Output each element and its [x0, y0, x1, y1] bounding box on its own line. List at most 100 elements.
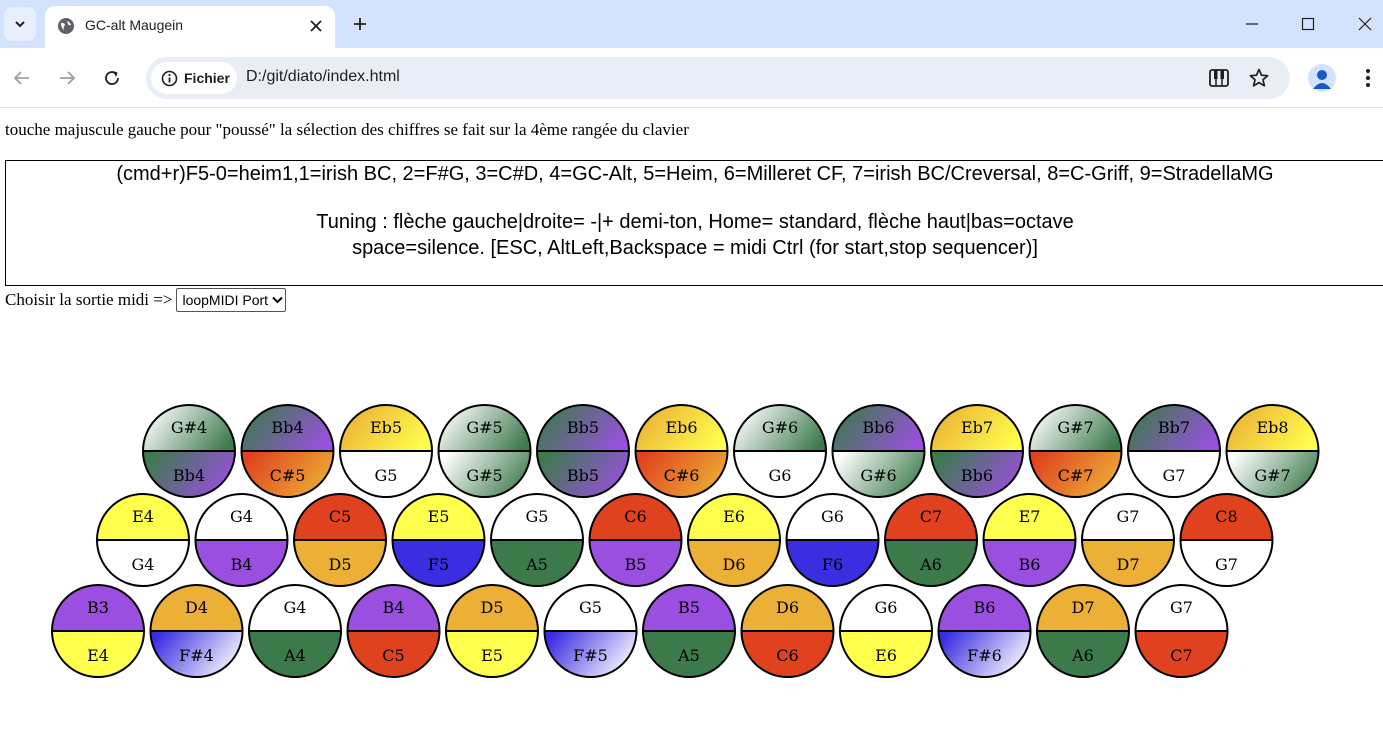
pull-note-label: D5 — [480, 598, 503, 617]
browser-tab[interactable]: GC-alt Maugein — [45, 6, 335, 48]
new-tab-button[interactable] — [348, 12, 372, 36]
push-note-label: E5 — [481, 646, 503, 665]
note-button[interactable]: Bb7 G7 — [1127, 404, 1221, 498]
profile-avatar[interactable] — [1308, 64, 1336, 92]
note-button[interactable]: D5 E5 — [445, 584, 539, 678]
person-icon — [1313, 70, 1331, 89]
push-note-label: C7 — [1170, 646, 1192, 665]
push-note-label: A4 — [283, 646, 306, 665]
note-button[interactable]: C8 G7 — [1179, 493, 1274, 587]
tab-search-button[interactable] — [4, 7, 36, 41]
note-button[interactable]: G#7 C#7 — [1028, 404, 1123, 498]
reload-button[interactable] — [98, 64, 126, 92]
note-button[interactable]: Eb8 G#7 — [1225, 404, 1320, 498]
push-note-label: A5 — [677, 646, 700, 665]
pull-note-label: G5 — [526, 507, 549, 526]
minimize-icon — [1246, 23, 1258, 25]
push-note-label: C6 — [776, 646, 798, 665]
push-note-label: B5 — [625, 555, 647, 574]
note-button[interactable]: D7 A6 — [1036, 584, 1130, 678]
note-button[interactable]: C6 B5 — [588, 493, 683, 587]
pull-note-label: G#5 — [466, 418, 502, 437]
url-text[interactable]: D:/git/diato/index.html — [246, 68, 400, 86]
note-button[interactable]: G#6 G6 — [733, 404, 827, 498]
pull-note-label: C5 — [329, 507, 351, 526]
site-info-chip[interactable]: Fichier — [151, 62, 237, 94]
note-button[interactable]: E7 B6 — [982, 493, 1077, 587]
close-icon — [1358, 17, 1372, 31]
push-note-label: F#6 — [967, 646, 1002, 665]
pull-note-label: Eb5 — [370, 418, 402, 437]
more-menu-button[interactable] — [1356, 64, 1380, 92]
note-button[interactable]: G4 B4 — [194, 493, 289, 587]
push-note-label: C5 — [382, 646, 404, 665]
note-button[interactable]: B3 E4 — [51, 584, 145, 678]
push-note-label: G7 — [1215, 555, 1238, 574]
push-note-label: A6 — [919, 555, 942, 574]
pull-note-label: C7 — [920, 507, 942, 526]
pull-note-label: Bb4 — [271, 418, 303, 437]
note-button[interactable]: G#5 G#5 — [437, 404, 532, 498]
pull-note-label: G#4 — [171, 418, 207, 437]
note-button[interactable]: C5 D5 — [293, 493, 387, 587]
note-button[interactable]: Bb4 C#5 — [240, 404, 335, 498]
note-button[interactable]: G7 D7 — [1081, 493, 1175, 587]
close-icon — [310, 20, 322, 32]
note-button[interactable]: B4 C5 — [346, 584, 441, 678]
note-button[interactable]: G#4 Bb4 — [142, 404, 236, 498]
accordion-keyboard: G#4 Bb4 Bb4 C#5 Eb5 G5 G#5 G#5 Bb5 Bb5 Eb6 C#6 G#6 G6… — [51, 404, 1320, 678]
address-bar[interactable]: Fichier D:/git/diato/index.html — [146, 57, 1290, 99]
pull-note-label: B4 — [383, 598, 405, 617]
push-note-label: C#6 — [664, 466, 700, 485]
push-note-label: G7 — [1163, 466, 1186, 485]
pull-note-label: B5 — [678, 598, 700, 617]
push-note-label: F#5 — [573, 646, 608, 665]
push-note-label: Bb6 — [961, 466, 993, 485]
maximize-button[interactable] — [1286, 10, 1330, 38]
note-button[interactable]: G7 C7 — [1134, 584, 1229, 678]
note-button[interactable]: G5 F#5 — [543, 584, 638, 678]
back-arrow-icon — [13, 71, 29, 85]
push-note-label: Bb5 — [567, 466, 599, 485]
note-button[interactable]: G6 F6 — [785, 493, 880, 587]
close-window-button[interactable] — [1343, 10, 1383, 38]
note-button[interactable]: G5 A5 — [490, 493, 584, 587]
note-button[interactable]: B5 A5 — [642, 584, 736, 678]
note-button[interactable]: Eb5 G5 — [339, 404, 433, 498]
note-button[interactable]: E5 F5 — [391, 493, 486, 587]
back-button[interactable] — [8, 64, 36, 92]
site-info-label: Fichier — [184, 70, 230, 86]
note-button[interactable]: B6 F#6 — [937, 584, 1032, 678]
minimize-button[interactable] — [1230, 10, 1274, 38]
note-button[interactable]: D4 F#4 — [149, 584, 244, 678]
bookmark-button[interactable] — [1246, 65, 1272, 91]
note-button[interactable]: Bb5 Bb5 — [536, 404, 630, 498]
pull-note-label: G6 — [821, 507, 844, 526]
note-button[interactable]: Eb6 C#6 — [634, 404, 729, 498]
note-button[interactable]: G6 E6 — [839, 584, 933, 678]
more-vert-icon — [1366, 69, 1370, 87]
maximize-icon — [1301, 17, 1315, 31]
page-content: touche majuscule gauche pour "poussé" la… — [0, 108, 1383, 752]
push-note-label: Bb4 — [173, 466, 205, 485]
note-button[interactable]: C7 A6 — [884, 493, 978, 587]
pull-note-label: G#7 — [1057, 418, 1093, 437]
note-button[interactable]: Eb7 Bb6 — [930, 404, 1024, 498]
pull-note-label: G7 — [1170, 598, 1193, 617]
pull-note-label: D4 — [185, 598, 208, 617]
push-note-label: E6 — [875, 646, 897, 665]
forward-button[interactable] — [53, 64, 81, 92]
push-note-label: G4 — [132, 555, 155, 574]
reading-mode-button[interactable] — [1206, 65, 1232, 91]
note-button[interactable]: G4 A4 — [248, 584, 342, 678]
note-button[interactable]: Bb6 G#6 — [831, 404, 926, 498]
star-icon — [1249, 68, 1269, 87]
note-button[interactable]: E4 G4 — [96, 493, 190, 587]
pull-note-label: G4 — [230, 507, 253, 526]
pull-note-label: Eb6 — [665, 418, 697, 437]
note-button[interactable]: D6 C6 — [740, 584, 835, 678]
pull-note-label: Eb8 — [1256, 418, 1288, 437]
push-note-label: B4 — [231, 555, 253, 574]
close-tab-button[interactable] — [305, 15, 327, 37]
note-button[interactable]: E6 D6 — [687, 493, 781, 587]
